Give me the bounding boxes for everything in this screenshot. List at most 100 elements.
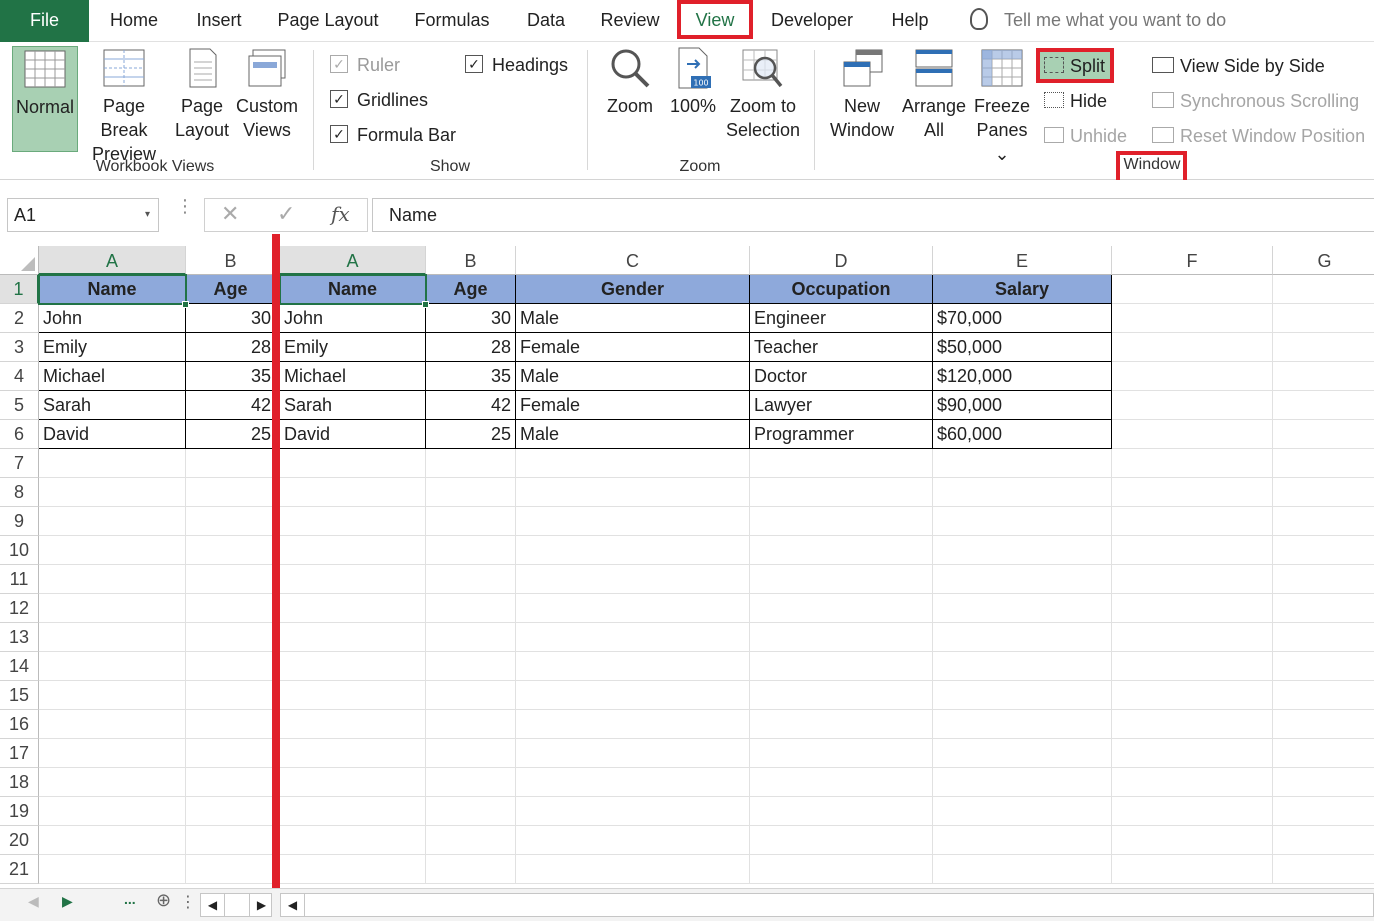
tab-developer[interactable]: Developer — [762, 0, 862, 42]
empty-cell[interactable] — [1273, 797, 1374, 826]
row-header[interactable]: 11 — [0, 565, 39, 594]
empty-cell[interactable] — [750, 565, 933, 594]
cancel-icon[interactable]: ✕ — [221, 201, 239, 227]
empty-cell[interactable] — [516, 826, 750, 855]
empty-cell[interactable] — [516, 449, 750, 478]
page-break-preview-button[interactable]: Page Break Preview — [80, 46, 168, 166]
header-cell[interactable]: Salary — [933, 275, 1112, 304]
empty-cell[interactable] — [1112, 739, 1273, 768]
empty-cell[interactable] — [186, 623, 276, 652]
empty-cell[interactable] — [750, 478, 933, 507]
row-header[interactable]: 10 — [0, 536, 39, 565]
table-cell[interactable]: $70,000 — [933, 304, 1112, 333]
table-cell[interactable]: Male — [516, 362, 750, 391]
column-header-b-left[interactable]: B — [186, 246, 276, 275]
empty-cell[interactable] — [1273, 739, 1374, 768]
table-cell[interactable]: 35 — [426, 362, 516, 391]
header-cell[interactable]: Name — [280, 275, 426, 304]
empty-cell[interactable] — [39, 623, 186, 652]
empty-cell[interactable] — [39, 594, 186, 623]
empty-cell[interactable] — [1112, 333, 1273, 362]
empty-cell[interactable] — [280, 507, 426, 536]
header-cell[interactable]: Gender — [516, 275, 750, 304]
empty-cell[interactable] — [1112, 391, 1273, 420]
empty-cell[interactable] — [1273, 333, 1374, 362]
select-all-corner[interactable] — [0, 246, 39, 275]
arrange-all-button[interactable]: Arrange All — [900, 46, 968, 142]
tab-file[interactable]: File — [0, 0, 89, 42]
table-cell[interactable]: Michael — [280, 362, 426, 391]
tab-view[interactable]: View — [680, 0, 750, 42]
fill-handle[interactable] — [182, 301, 189, 308]
empty-cell[interactable] — [280, 565, 426, 594]
empty-cell[interactable] — [516, 855, 750, 884]
ruler-checkbox[interactable]: ✓ Ruler — [330, 52, 400, 78]
empty-cell[interactable] — [426, 681, 516, 710]
empty-cell[interactable] — [933, 855, 1112, 884]
empty-cell[interactable] — [186, 652, 276, 681]
empty-cell[interactable] — [1273, 304, 1374, 333]
tab-home[interactable]: Home — [100, 0, 168, 42]
empty-cell[interactable] — [426, 594, 516, 623]
fill-handle-right[interactable] — [422, 301, 429, 308]
name-box[interactable]: A1 ▾ — [7, 198, 159, 232]
empty-cell[interactable] — [1112, 710, 1273, 739]
empty-cell[interactable] — [280, 710, 426, 739]
empty-cell[interactable] — [516, 652, 750, 681]
empty-cell[interactable] — [516, 797, 750, 826]
empty-cell[interactable] — [186, 855, 276, 884]
empty-cell[interactable] — [933, 565, 1112, 594]
empty-cell[interactable] — [39, 768, 186, 797]
row-header[interactable]: 16 — [0, 710, 39, 739]
empty-cell[interactable] — [750, 739, 933, 768]
empty-cell[interactable] — [1273, 507, 1374, 536]
empty-cell[interactable] — [186, 797, 276, 826]
header-cell[interactable]: Name — [39, 275, 186, 304]
zoom-to-selection-button[interactable]: Zoom to Selection — [724, 46, 802, 142]
column-header-a-right[interactable]: A — [280, 246, 426, 275]
row-header[interactable]: 5 — [0, 391, 39, 420]
empty-cell[interactable] — [933, 797, 1112, 826]
table-cell[interactable]: Sarah — [39, 391, 186, 420]
empty-cell[interactable] — [280, 594, 426, 623]
empty-cell[interactable] — [516, 739, 750, 768]
table-cell[interactable]: 28 — [186, 333, 276, 362]
empty-cell[interactable] — [426, 536, 516, 565]
empty-cell[interactable] — [1273, 478, 1374, 507]
table-cell[interactable]: Sarah — [280, 391, 426, 420]
row-header[interactable]: 13 — [0, 623, 39, 652]
empty-cell[interactable] — [1112, 565, 1273, 594]
empty-cell[interactable] — [186, 536, 276, 565]
empty-cell[interactable] — [1273, 594, 1374, 623]
empty-cell[interactable] — [186, 565, 276, 594]
empty-cell[interactable] — [516, 594, 750, 623]
row-header[interactable]: 6 — [0, 420, 39, 449]
empty-cell[interactable] — [426, 623, 516, 652]
empty-cell[interactable] — [280, 652, 426, 681]
tab-insert[interactable]: Insert — [186, 0, 252, 42]
empty-cell[interactable] — [426, 855, 516, 884]
empty-cell[interactable] — [39, 507, 186, 536]
table-cell[interactable]: $120,000 — [933, 362, 1112, 391]
formula-bar-checkbox[interactable]: ✓ Formula Bar — [330, 122, 456, 148]
row-header[interactable]: 18 — [0, 768, 39, 797]
row-header[interactable]: 1 — [0, 275, 39, 304]
empty-cell[interactable] — [933, 449, 1112, 478]
empty-cell[interactable] — [750, 681, 933, 710]
empty-cell[interactable] — [186, 768, 276, 797]
empty-cell[interactable] — [1112, 623, 1273, 652]
empty-cell[interactable] — [280, 797, 426, 826]
empty-cell[interactable] — [933, 478, 1112, 507]
empty-cell[interactable] — [426, 710, 516, 739]
formula-input[interactable]: Name — [372, 198, 1374, 232]
freeze-panes-button[interactable]: Freeze Panes ⌄ — [970, 46, 1034, 166]
empty-cell[interactable] — [186, 449, 276, 478]
headings-checkbox[interactable]: ✓ Headings — [465, 52, 568, 78]
empty-cell[interactable] — [750, 826, 933, 855]
empty-cell[interactable] — [39, 478, 186, 507]
header-cell[interactable]: Age — [186, 275, 276, 304]
empty-cell[interactable] — [1112, 826, 1273, 855]
empty-cell[interactable] — [186, 826, 276, 855]
table-cell[interactable]: Doctor — [750, 362, 933, 391]
empty-cell[interactable] — [1273, 420, 1374, 449]
